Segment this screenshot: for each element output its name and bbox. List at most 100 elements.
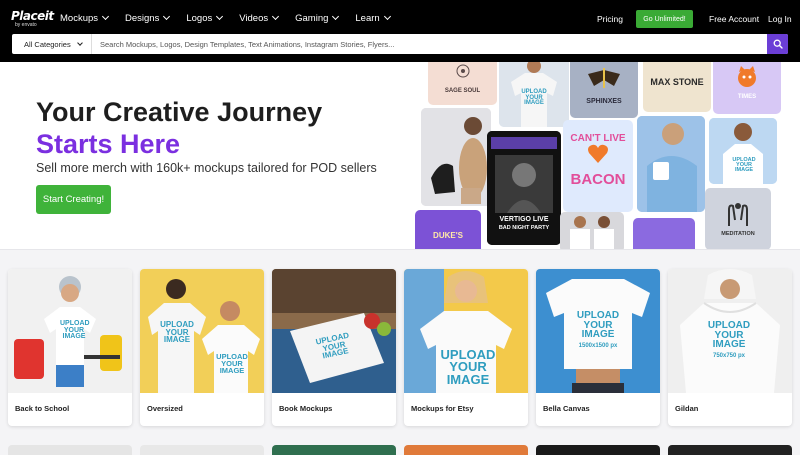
woman-with-dog-photo — [421, 108, 491, 206]
search-icon — [773, 39, 783, 49]
upload-image-text: UPLOAD YOUR IMAGE — [440, 347, 496, 387]
menu-gaming[interactable]: Gaming — [295, 12, 340, 24]
collage-dukes[interactable]: DUKE'S — [415, 210, 481, 249]
dukes-text: DUKE'S — [433, 231, 463, 240]
upload-image-text: UPLOAD YOUR IMAGE 1500x1500 px — [576, 310, 620, 349]
category-label: Back to School — [15, 404, 70, 413]
max-stone-text: MAX STONE — [650, 77, 704, 87]
menu-learn[interactable]: Learn — [355, 12, 391, 24]
next-row-card[interactable] — [8, 445, 132, 455]
collage-couple[interactable] — [560, 212, 624, 249]
upload-image-text: UPLOAD YOUR IMAGE — [732, 157, 756, 174]
category-label: Gildan — [675, 404, 699, 413]
collage-meditation[interactable]: MEDITATION — [705, 188, 771, 249]
menu-logos-label: Logos — [186, 12, 213, 24]
upload-image-text: UPLOAD YOUR IMAGE — [521, 89, 547, 107]
pricing-link[interactable]: Pricing — [597, 14, 623, 24]
collage-bacon[interactable]: CAN'T LIVE BACON — [563, 120, 633, 212]
hands-illustration — [728, 203, 748, 226]
category-label: Oversized — [147, 404, 183, 413]
collage-vertigo-live[interactable]: VERTIGO LIVE BAD NIGHT PARTY — [487, 131, 561, 245]
login-link[interactable]: Log In — [768, 14, 792, 24]
man-tshirt-photo — [709, 118, 777, 184]
collage-sphinxes[interactable]: SPHINXES — [570, 62, 638, 118]
category-label: Book Mockups — [279, 404, 333, 413]
menu-learn-label: Learn — [355, 12, 380, 24]
collage-purple-sign[interactable] — [633, 218, 695, 249]
book-mockups-image — [272, 269, 396, 393]
next-row-card[interactable] — [668, 445, 792, 455]
start-creating-button[interactable]: Start Creating! — [36, 185, 111, 214]
hero-section: Your Creative Journey Starts Here Sell m… — [0, 62, 800, 249]
heart-icon — [588, 144, 608, 163]
couple-photo — [560, 212, 624, 249]
collage-bearded-man[interactable]: UPLOAD YOUR IMAGE — [709, 118, 777, 184]
section-divider — [0, 249, 800, 250]
go-unlimited-button[interactable]: Go Unlimited! — [636, 10, 693, 28]
category-card-gildan[interactable]: UPLOAD YOUR IMAGE 750x750 px Gildan — [668, 269, 792, 426]
sage-soul-text: SAGE SOUL — [444, 88, 481, 94]
chevron-down-icon — [332, 12, 340, 21]
collage-shirt-man[interactable]: UPLOAD YOUR IMAGE — [499, 62, 569, 127]
upload-image-text: UPLOAD YOUR IMAGE — [60, 320, 90, 341]
chevron-down-icon — [272, 12, 280, 21]
collage-mug-woman[interactable] — [637, 116, 705, 212]
menu-videos-label: Videos — [239, 12, 269, 24]
category-card-oversized[interactable]: UPLOAD YOUR IMAGE UPLOAD YOUR IMAGE Oversize… — [140, 269, 264, 426]
cant-live-text: CAN'T LIVE — [570, 133, 626, 144]
bad-night-party-text: BAD NIGHT PARTY — [498, 225, 550, 231]
menu-gaming-label: Gaming — [295, 12, 329, 24]
upload-image-text: UPLOAD YOUR IMAGE — [216, 352, 248, 376]
menu-mockups-label: Mockups — [60, 12, 99, 24]
category-card-bella-canvas[interactable]: UPLOAD YOUR IMAGE 1500x1500 px Bella Canvas — [536, 269, 660, 426]
hero-subtitle: Sell more merch with 160k+ mockups tailo… — [36, 161, 377, 175]
chevron-down-icon — [163, 12, 171, 21]
bacon-text: BACON — [570, 171, 626, 188]
category-card-book-mockups[interactable]: UPLOAD YOUR IMAGE Book Mockups — [272, 269, 396, 426]
sphinxes-text: SPHINXES — [586, 98, 622, 105]
collage-tiles[interactable]: TIMES — [713, 62, 781, 114]
category-label: Bella Canvas — [543, 404, 590, 413]
hero-title: Your Creative Journey — [36, 97, 323, 127]
menu-designs-label: Designs — [125, 12, 160, 24]
menu-designs[interactable]: Designs — [125, 12, 171, 24]
category-select-value: All Categories — [24, 39, 71, 49]
tiles-text: TIMES — [737, 94, 757, 100]
chevron-down-icon — [76, 40, 83, 46]
next-row-card[interactable] — [140, 445, 264, 455]
placeit-logo[interactable]: Placeit by envato — [11, 9, 54, 28]
hero-collage: SAGE SOUL DUKE'S UPLOAD YOUR IMAGE VERTIGO… — [415, 62, 800, 249]
hero-title-highlight: Starts Here — [36, 129, 181, 159]
category-card-mockups-for-etsy[interactable]: UPLOAD YOUR IMAGE Mockups for Etsy — [404, 269, 528, 426]
collage-sage-soul[interactable]: SAGE SOUL — [428, 62, 497, 105]
category-card-back-to-school[interactable]: UPLOAD YOUR IMAGE Back to School — [8, 269, 132, 426]
main-menu: Mockups Designs Logos Videos Gaming Lear… — [60, 0, 407, 36]
collage-max-stone[interactable]: MAX STONE — [643, 62, 711, 112]
meditation-text: MEDITATION — [721, 231, 755, 237]
top-navigation: Placeit by envato Mockups Designs Logos … — [0, 0, 800, 62]
category-select[interactable]: All Categories — [12, 34, 92, 54]
menu-logos[interactable]: Logos — [186, 12, 224, 24]
chevron-down-icon — [101, 12, 110, 21]
upload-image-text: UPLOAD YOUR IMAGE 750x750 px — [707, 320, 751, 359]
search-bar: All Categories — [12, 34, 788, 54]
upload-image-text: UPLOAD YOUR IMAGE — [160, 320, 194, 345]
next-row-card[interactable] — [404, 445, 528, 455]
free-account-link[interactable]: Free Account — [709, 14, 759, 24]
moth-illustration — [588, 68, 620, 88]
logo-text: Placeit — [11, 9, 54, 23]
sage-soul-emblem — [456, 64, 470, 78]
next-row-card[interactable] — [536, 445, 660, 455]
vertigo-live-text: VERTIGO LIVE — [499, 216, 549, 223]
cat-mascot-icon — [738, 66, 756, 87]
search-input[interactable] — [100, 34, 760, 54]
category-label: Mockups for Etsy — [411, 404, 474, 413]
menu-videos[interactable]: Videos — [239, 12, 280, 24]
mug-mockup-photo — [637, 116, 705, 212]
search-button[interactable] — [767, 34, 788, 54]
collage-woman-dog[interactable] — [421, 108, 491, 206]
chevron-down-icon — [383, 12, 391, 21]
next-row-card[interactable] — [272, 445, 396, 455]
menu-mockups[interactable]: Mockups — [60, 12, 110, 24]
chevron-down-icon — [216, 12, 224, 21]
